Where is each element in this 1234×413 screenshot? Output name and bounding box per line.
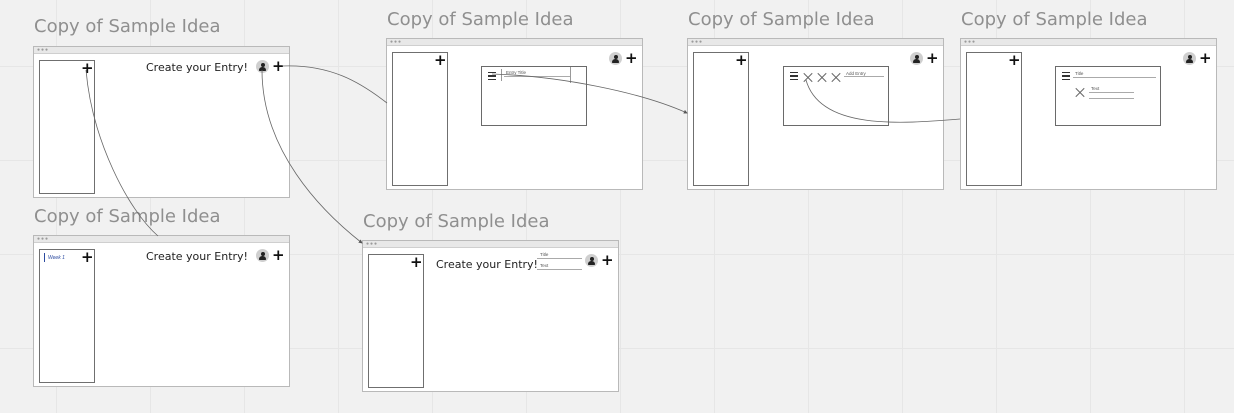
- page-heading: Create your Entry!: [146, 250, 248, 263]
- text-field[interactable]: [1089, 90, 1134, 99]
- add-entry-field[interactable]: [844, 68, 884, 77]
- page-heading: Create your Entry!: [436, 258, 538, 271]
- title-field[interactable]: [1073, 69, 1156, 78]
- menu-icon[interactable]: [488, 72, 496, 80]
- add-icon[interactable]: +: [272, 59, 285, 74]
- sidebar: [39, 249, 95, 383]
- window-bar: ●●●: [961, 39, 1216, 46]
- user-avatar-icon[interactable]: [609, 52, 622, 65]
- add-icon[interactable]: +: [601, 253, 614, 268]
- window-dots-icon: ●●●: [366, 241, 379, 247]
- close-icon[interactable]: [1075, 87, 1085, 97]
- window-dots-icon: ●●●: [964, 39, 977, 45]
- add-icon[interactable]: +: [272, 248, 285, 263]
- menu-icon[interactable]: [1062, 72, 1070, 80]
- entry-title-field[interactable]: [504, 68, 571, 77]
- sidebar: [368, 254, 424, 388]
- window-dots-icon: ●●●: [390, 39, 403, 45]
- frame-title: Copy of Sample Idea: [688, 9, 875, 30]
- page-heading: Create your Entry!: [146, 61, 248, 74]
- add-icon[interactable]: +: [81, 250, 94, 265]
- sidebar: [39, 60, 95, 194]
- close-icon[interactable]: [817, 72, 827, 82]
- wireframe-frame-6[interactable]: ●●● + Create your Entry! Title Text +: [362, 240, 619, 392]
- add-icon[interactable]: +: [625, 51, 638, 66]
- frame-title: Copy of Sample Idea: [34, 206, 221, 227]
- wireframe-frame-2[interactable]: ●●● + + Entry Title: [386, 38, 643, 190]
- close-icon[interactable]: [803, 72, 813, 82]
- entry-card[interactable]: Entry Title: [481, 66, 587, 126]
- wireframe-frame-3[interactable]: ●●● + + Add Entry: [687, 38, 944, 190]
- window-dots-icon: ●●●: [691, 39, 704, 45]
- wireframe-frame-4[interactable]: ●●● + + Title Text: [960, 38, 1217, 190]
- sidebar-note[interactable]: Week 1: [48, 255, 65, 261]
- user-avatar-icon[interactable]: [585, 254, 598, 267]
- frame-title: Copy of Sample Idea: [387, 9, 574, 30]
- add-icon[interactable]: +: [81, 61, 94, 76]
- title-field[interactable]: [537, 250, 582, 259]
- add-icon[interactable]: +: [735, 53, 748, 68]
- sidebar: [966, 52, 1022, 186]
- entry-card[interactable]: Add Entry: [783, 66, 889, 126]
- window-dots-icon: ●●●: [37, 47, 50, 53]
- window-bar: ●●●: [34, 236, 289, 243]
- window-bar: ●●●: [387, 39, 642, 46]
- frame-title: Copy of Sample Idea: [363, 211, 550, 232]
- add-icon[interactable]: +: [926, 51, 939, 66]
- window-bar: ●●●: [34, 47, 289, 54]
- divider: [501, 69, 502, 81]
- window-dots-icon: ●●●: [37, 236, 50, 242]
- add-icon[interactable]: +: [1008, 53, 1021, 68]
- menu-icon[interactable]: [790, 72, 798, 80]
- frame-title: Copy of Sample Idea: [34, 16, 221, 37]
- add-icon[interactable]: +: [434, 53, 447, 68]
- user-avatar-icon[interactable]: [256, 60, 269, 73]
- user-avatar-icon[interactable]: [1183, 52, 1196, 65]
- add-icon[interactable]: +: [410, 255, 423, 270]
- wireframe-frame-1[interactable]: ●●● + Create your Entry! +: [33, 46, 290, 198]
- entry-card[interactable]: Title Text: [1055, 66, 1161, 126]
- wireframe-frame-5[interactable]: ●●● Week 1 + Create your Entry! +: [33, 235, 290, 387]
- window-bar: ●●●: [363, 241, 618, 248]
- add-icon[interactable]: +: [1199, 51, 1212, 66]
- note-marker: [44, 253, 45, 262]
- connector-plus-to-frame2: [281, 65, 388, 104]
- window-bar: ●●●: [688, 39, 943, 46]
- sidebar: [693, 52, 749, 186]
- user-avatar-icon[interactable]: [910, 52, 923, 65]
- divider: [570, 67, 571, 83]
- sidebar: [392, 52, 448, 186]
- user-avatar-icon[interactable]: [256, 249, 269, 262]
- frame-title: Copy of Sample Idea: [961, 9, 1148, 30]
- text-field[interactable]: [537, 261, 582, 270]
- close-icon[interactable]: [831, 72, 841, 82]
